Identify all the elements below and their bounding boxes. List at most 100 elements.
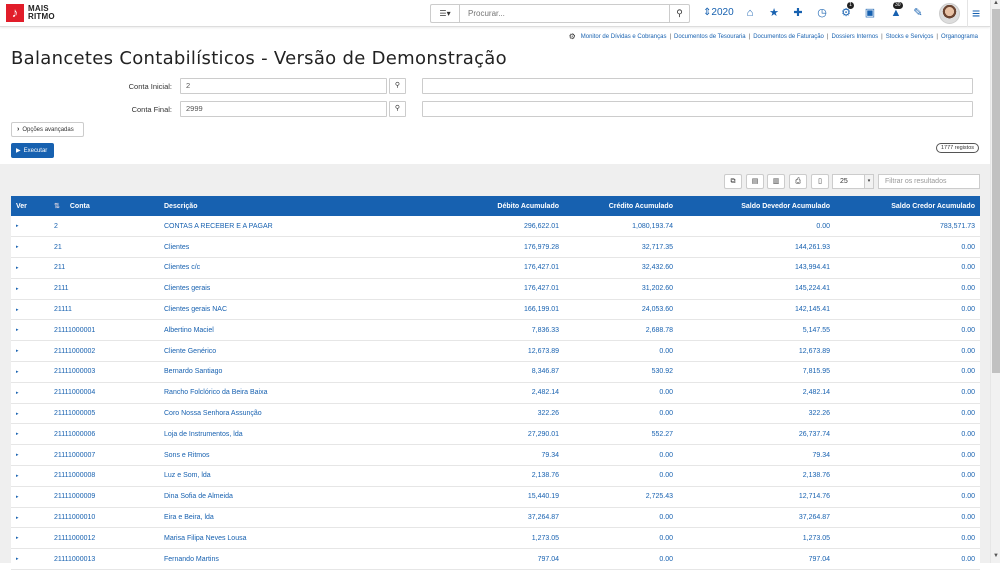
header-descricao[interactable]: Descrição: [159, 196, 409, 216]
table-row[interactable]: ▸ 21111000013 Fernando Martins 797.04 0.00 79…: [11, 548, 980, 570]
scrollbar-thumb[interactable]: [992, 9, 1000, 373]
avatar[interactable]: [939, 3, 960, 24]
cell-conta[interactable]: 211: [49, 258, 159, 279]
cell-descricao[interactable]: Clientes gerais: [159, 278, 409, 299]
cell-descricao[interactable]: Fernando Martins: [159, 549, 409, 570]
table-row[interactable]: ▸ 21111 Clientes gerais NAC 166,199.01 24,05…: [11, 299, 980, 320]
table-row[interactable]: ▸ 21111000001 Albertino Maciel 7,836.33 2,68…: [11, 319, 980, 341]
plus-icon[interactable]: ✚: [790, 5, 806, 21]
expand-row-icon[interactable]: ▸: [11, 362, 49, 383]
cell-descricao[interactable]: Dina Sofia de Almeida: [159, 486, 409, 507]
header-conta[interactable]: ⇅ Conta: [49, 196, 159, 216]
cell-descricao[interactable]: Clientes c/c: [159, 258, 409, 279]
cell-conta[interactable]: 21111000005: [49, 403, 159, 424]
cell-descricao[interactable]: Clientes: [159, 237, 409, 258]
conta-inicial-lookup-button[interactable]: ⚲: [389, 78, 406, 94]
cell-conta[interactable]: 21111000013: [49, 549, 159, 570]
link-monitor-dividas[interactable]: Monitor de Dívidas e Cobranças: [581, 34, 667, 40]
expand-row-icon[interactable]: ▸: [11, 528, 49, 549]
link-stocks-servicos[interactable]: Stocks e Serviços: [886, 34, 934, 40]
cell-descricao[interactable]: Loja de Instrumentos, lda: [159, 424, 409, 445]
year-selector[interactable]: ⇕2020: [703, 7, 734, 18]
table-row[interactable]: ▸ 2 CONTAS A RECEBER E A PAGAR 296,622.01 1,…: [11, 216, 980, 237]
expand-row-icon[interactable]: ▸: [11, 278, 49, 299]
table-row[interactable]: ▸ 21111000003 Bernardo Santiago 8,346.87 530…: [11, 361, 980, 383]
link-organograma[interactable]: Organograma: [941, 34, 978, 40]
cell-descricao[interactable]: Albertino Maciel: [159, 320, 409, 341]
expand-row-icon[interactable]: ▸: [11, 445, 49, 466]
header-debito[interactable]: Débito Acumulado: [409, 196, 564, 216]
expand-row-icon[interactable]: ▸: [11, 403, 49, 424]
cell-conta[interactable]: 21: [49, 237, 159, 258]
table-row[interactable]: ▸ 21111000008 Luz e Som, lda 2,138.76 0.00 2,…: [11, 465, 980, 487]
cell-descricao[interactable]: Marisa Filipa Neves Lousa: [159, 528, 409, 549]
cell-descricao[interactable]: Luz e Som, lda: [159, 466, 409, 487]
expand-row-icon[interactable]: ▸: [11, 466, 49, 487]
header-saldo-devedor[interactable]: Saldo Devedor Acumulado: [678, 196, 835, 216]
cell-conta[interactable]: 21111000002: [49, 341, 159, 362]
table-row[interactable]: ▸ 21111000006 Loja de Instrumentos, lda 27,…: [11, 423, 980, 445]
table-row[interactable]: ▸ 21111000002 Cliente Genérico 12,673.89 0.0…: [11, 340, 980, 362]
star-icon[interactable]: ★: [766, 5, 782, 21]
header-ver[interactable]: Ver: [11, 196, 49, 216]
logo[interactable]: ♪ MAIS RITMO: [6, 4, 55, 22]
cell-conta[interactable]: 21111000003: [49, 362, 159, 383]
table-row[interactable]: ▸ 21 Clientes 176,979.28 32,717.35 144,261.93…: [11, 236, 980, 258]
conta-inicial-input[interactable]: 2: [180, 78, 387, 94]
table-row[interactable]: ▸ 21111000010 Eira e Beira, lda 37,264.87 0.…: [11, 507, 980, 528]
cell-descricao[interactable]: CONTAS A RECEBER E A PAGAR: [159, 216, 409, 237]
search-button[interactable]: ⚲: [670, 4, 690, 23]
expand-row-icon[interactable]: ▸: [11, 507, 49, 528]
print-button[interactable]: ⎙: [789, 174, 807, 189]
expand-row-icon[interactable]: ▸: [11, 258, 49, 279]
cell-descricao[interactable]: Bernardo Santiago: [159, 362, 409, 383]
hamburger-menu-icon[interactable]: ≡: [972, 5, 980, 21]
table-row[interactable]: ▸ 21111000004 Rancho Folclórico da Beira B…: [11, 382, 980, 404]
cell-conta[interactable]: 2: [49, 216, 159, 237]
expand-row-icon[interactable]: ▸: [11, 486, 49, 507]
expand-row-icon[interactable]: ▸: [11, 216, 49, 237]
wrench-icon[interactable]: ✎: [910, 5, 926, 21]
page-scrollbar[interactable]: ▲ ▼: [990, 0, 1000, 563]
excel-export-button[interactable]: ▤: [746, 174, 764, 189]
pdf-export-button[interactable]: ▥: [767, 174, 785, 189]
expand-row-icon[interactable]: ▸: [11, 320, 49, 341]
calendar-icon[interactable]: ▣: [862, 5, 878, 21]
filter-results-input[interactable]: Filtrar os resultados: [878, 174, 980, 189]
conta-final-lookup-button[interactable]: ⚲: [389, 101, 406, 117]
scroll-down-icon[interactable]: ▼: [993, 553, 999, 559]
table-row[interactable]: ▸ 21111000007 Sons e Ritmos 79.34 0.00 79.34 0…: [11, 444, 980, 466]
cell-descricao[interactable]: Rancho Folclórico da Beira Baixa: [159, 382, 409, 403]
expand-row-icon[interactable]: ▸: [11, 424, 49, 445]
scroll-up-icon[interactable]: ▲: [993, 0, 999, 6]
table-row[interactable]: ▸ 21111000005 Coro Nossa Senhora Assunção 3…: [11, 403, 980, 424]
expand-row-icon[interactable]: ▸: [11, 549, 49, 570]
cell-conta[interactable]: 21111000006: [49, 424, 159, 445]
expand-row-icon[interactable]: ▸: [11, 299, 49, 320]
page-size-select[interactable]: 25 ▾: [832, 174, 874, 189]
clock-icon[interactable]: ◷: [814, 5, 830, 21]
link-documentos-faturacao[interactable]: Documentos de Faturação: [753, 34, 824, 40]
expand-row-icon[interactable]: ▸: [11, 237, 49, 258]
table-row[interactable]: ▸ 21111000012 Marisa Filipa Neves Lousa 1,2…: [11, 527, 980, 549]
cell-conta[interactable]: 21111000001: [49, 320, 159, 341]
cell-conta[interactable]: 21111000012: [49, 528, 159, 549]
expand-row-icon[interactable]: ▸: [11, 382, 49, 403]
cell-conta[interactable]: 21111000004: [49, 382, 159, 403]
cell-descricao[interactable]: Clientes gerais NAC: [159, 299, 409, 320]
expand-row-icon[interactable]: ▸: [11, 341, 49, 362]
gear-icon[interactable]: ⚙: [569, 32, 576, 41]
cell-conta[interactable]: 2111: [49, 278, 159, 299]
copy-button[interactable]: ⧉: [724, 174, 742, 189]
cell-descricao[interactable]: Cliente Genérico: [159, 341, 409, 362]
header-credito[interactable]: Crédito Acumulado: [564, 196, 678, 216]
link-documentos-tesouraria[interactable]: Documentos de Tesouraria: [674, 34, 746, 40]
cell-descricao[interactable]: Coro Nossa Senhora Assunção: [159, 403, 409, 424]
home-icon[interactable]: ⌂: [742, 5, 758, 21]
cell-conta[interactable]: 21111: [49, 299, 159, 320]
search-scope-dropdown[interactable]: ☰▾: [430, 4, 459, 23]
cell-conta[interactable]: 21111000007: [49, 445, 159, 466]
table-row[interactable]: ▸ 211 Clientes c/c 176,427.01 32,432.60 143,9…: [11, 257, 980, 279]
advanced-options-button[interactable]: › Opções avançadas: [11, 122, 84, 137]
columns-button[interactable]: ▯: [811, 174, 829, 189]
